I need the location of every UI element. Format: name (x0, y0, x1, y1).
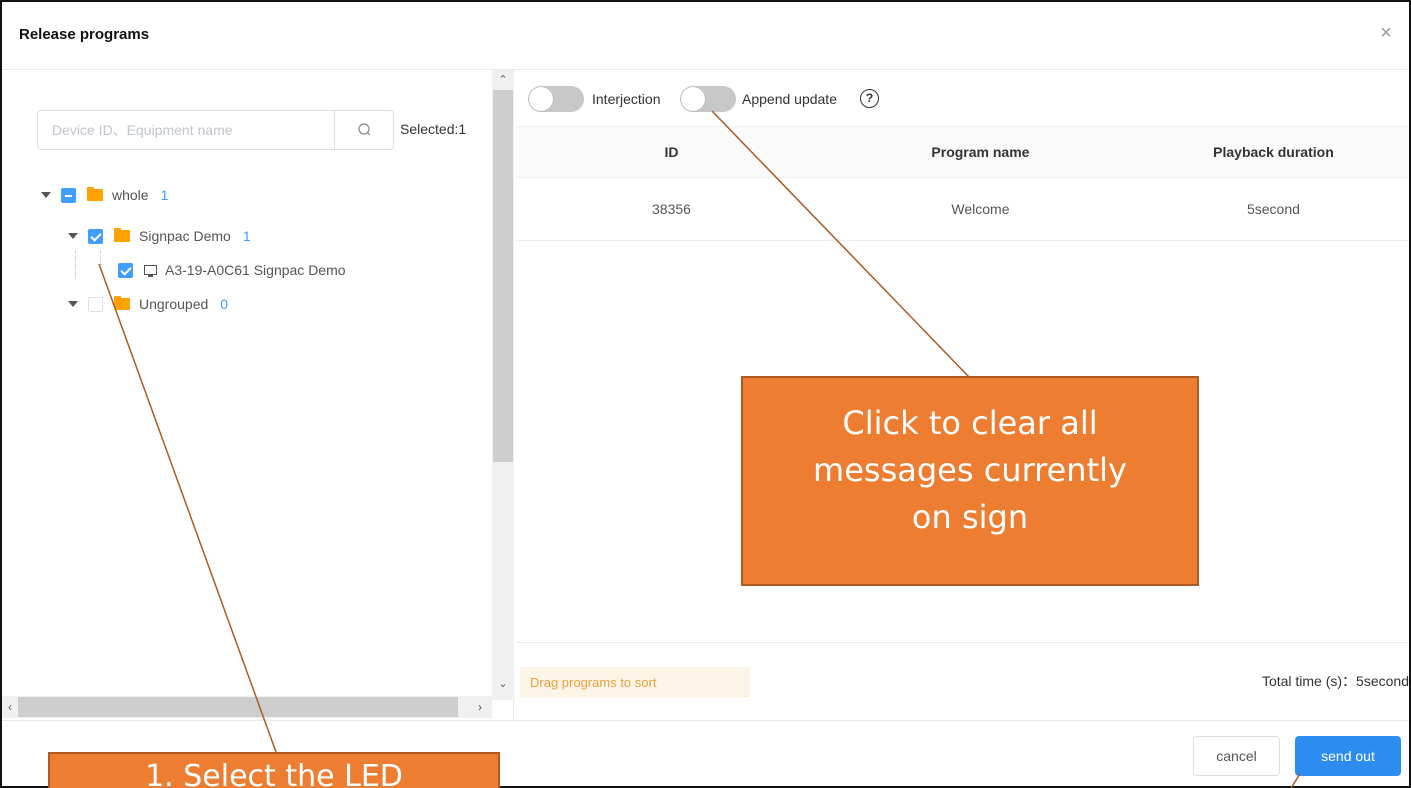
cell-playback-duration: 5second (1246, 201, 1300, 217)
callout-line: Click to clear all (842, 404, 1098, 442)
annotation-callout: Click to clear all messages currently on… (741, 376, 1199, 586)
drag-sort-hint: Drag programs to sort (520, 667, 750, 698)
callout-line: 1. Select the LED (145, 759, 403, 788)
cancel-button[interactable]: cancel (1193, 736, 1280, 776)
tree-node-label: Ungrouped (139, 296, 209, 312)
search-button[interactable] (334, 111, 393, 149)
tree-node-device[interactable]: A3-19-A0C61 Signpac Demo (118, 258, 346, 282)
help-icon[interactable]: ? (860, 89, 879, 108)
scrollbar-thumb[interactable] (18, 697, 458, 717)
column-header-id[interactable]: ID (516, 144, 827, 160)
monitor-icon (144, 265, 157, 277)
tree-node-label: whole (112, 187, 149, 203)
folder-icon (87, 187, 103, 201)
annotation-callout: 1. Select the LED (48, 752, 500, 788)
toggle-knob (529, 87, 553, 111)
close-icon[interactable]: × (1375, 22, 1397, 44)
cell-program-name: Welcome (951, 201, 1010, 217)
tree-node-whole[interactable]: whole 1 (41, 183, 168, 207)
dialog-header: Release programs × (2, 2, 1409, 70)
cell-id: 38356 (652, 201, 691, 217)
table-header: ID Program name Playback duration (516, 126, 1409, 178)
horizontal-scrollbar[interactable]: ‹ › (2, 696, 492, 718)
scroll-up-icon[interactable]: ⌃ (492, 70, 514, 90)
tree-node-count: 1 (160, 187, 169, 203)
toggle-knob (681, 87, 705, 111)
device-tree-panel: Selected:1 whole 1 Signpac Demo 1 A3-19-… (2, 70, 514, 720)
checkbox-signpac-demo[interactable] (88, 228, 103, 244)
vertical-scrollbar[interactable]: ⌃ ⌄ (492, 70, 514, 700)
tree-connector (100, 251, 101, 271)
scroll-down-icon[interactable]: ⌄ (492, 674, 514, 694)
callout-line: messages currently (813, 451, 1127, 489)
checkbox-device[interactable] (118, 262, 133, 278)
caret-down-icon[interactable] (41, 192, 51, 198)
selected-count: Selected:1 (400, 121, 467, 137)
folder-icon (114, 228, 130, 242)
table-row[interactable]: 38356 Welcome 5second (516, 178, 1409, 241)
device-search-input[interactable] (38, 111, 335, 149)
scrollbar-thumb[interactable] (493, 90, 513, 462)
caret-down-icon[interactable] (68, 301, 78, 307)
tree-node-ungrouped[interactable]: Ungrouped 0 (68, 292, 228, 316)
checkbox-ungrouped[interactable] (88, 296, 103, 312)
checkbox-whole[interactable] (61, 187, 76, 203)
tree-node-signpac-demo[interactable]: Signpac Demo 1 (68, 224, 251, 248)
column-header-program-name[interactable]: Program name (827, 144, 1134, 160)
tree-node-count: 0 (220, 296, 229, 312)
caret-down-icon[interactable] (68, 233, 78, 239)
device-search (37, 110, 394, 150)
divider (516, 642, 1409, 643)
folder-icon (114, 296, 130, 310)
tree-node-label: A3-19-A0C61 Signpac Demo (165, 262, 346, 278)
search-icon (358, 123, 371, 136)
release-programs-dialog: Release programs × Selected:1 whole 1 (0, 0, 1411, 788)
tree-node-count: 1 (242, 228, 251, 244)
tree-connector (75, 251, 76, 279)
scroll-right-icon[interactable]: › (472, 696, 488, 718)
interjection-toggle[interactable] (528, 86, 584, 112)
scroll-left-icon[interactable]: ‹ (2, 696, 18, 718)
callout-line: on sign (911, 498, 1029, 536)
total-time: Total time (s)：5second (1261, 673, 1409, 689)
append-update-toggle[interactable] (680, 86, 736, 112)
interjection-label: Interjection (592, 91, 661, 107)
dialog-title: Release programs (19, 26, 150, 43)
append-update-label: Append update (742, 91, 837, 107)
tree-node-label: Signpac Demo (139, 228, 231, 244)
column-header-playback-duration[interactable]: Playback duration (1134, 144, 1409, 160)
send-out-button[interactable]: send out (1295, 736, 1401, 776)
program-table: ID Program name Playback duration 38356 … (516, 126, 1409, 241)
